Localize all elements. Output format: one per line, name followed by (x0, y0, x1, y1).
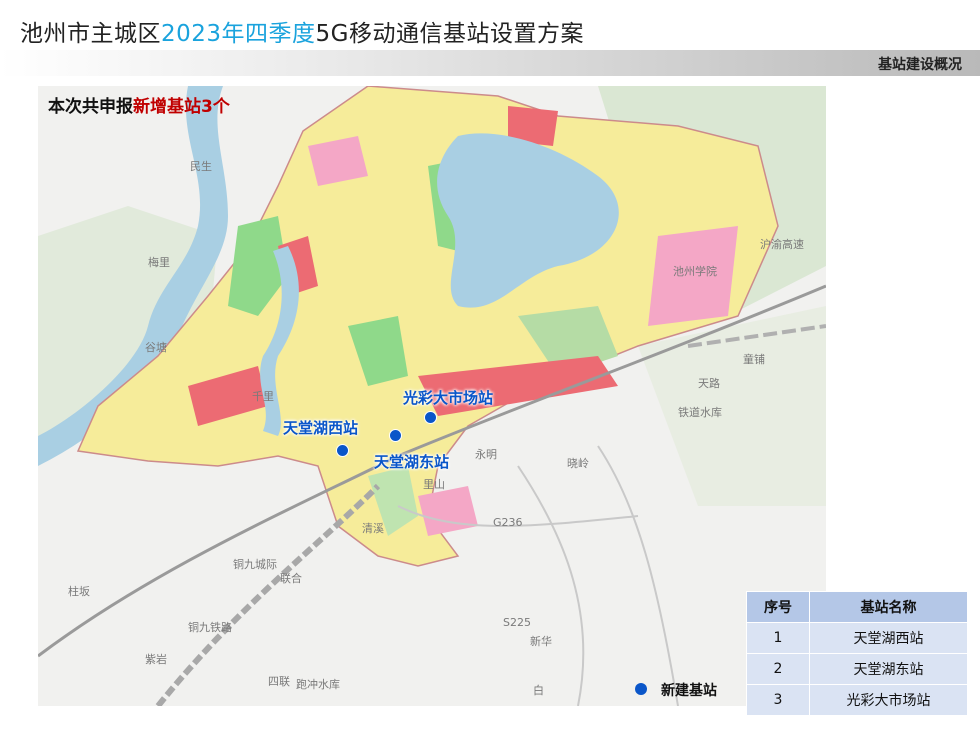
place-label: G236 (493, 516, 523, 529)
place-label: 紫岩 (145, 653, 167, 666)
table-header-row: 序号 基站名称 (746, 591, 968, 623)
place-label: 铁道水库 (678, 406, 722, 419)
table-cell: 3 (746, 684, 810, 716)
place-label: 永明 (475, 448, 497, 461)
place-label: 铜九铁路 (188, 621, 232, 634)
table-cell: 天堂湖西站 (809, 622, 968, 654)
table-row: 2 天堂湖东站 (746, 653, 968, 685)
place-label: 千里 (252, 390, 274, 403)
place-label: 柱坂 (68, 585, 90, 598)
station-label-tiantanghu-west: 天堂湖西站 (283, 419, 359, 437)
section-title: 基站建设概况 (878, 57, 962, 73)
place-label: 清溪 (362, 522, 384, 535)
station-label-guangcai: 光彩大市场站 (403, 389, 494, 407)
place-label: 跑冲水库 (296, 678, 340, 691)
place-label: 谷塘 (145, 341, 167, 354)
place-label: 童铺 (743, 353, 765, 366)
page-title: 池州市主城区2023年四季度5G移动通信基站设置方案 (20, 21, 585, 47)
table-cell: 2 (746, 653, 810, 685)
table-cell: 天堂湖东站 (809, 653, 968, 685)
station-table: 序号 基站名称 1 天堂湖西站 2 天堂湖东站 3 光彩大市场站 (746, 591, 968, 716)
place-label: 民生 (190, 160, 212, 173)
place-label: 新华 (530, 635, 552, 648)
station-marker-tiantanghu-west[interactable] (336, 444, 349, 457)
summary-text: 本次共申报新增基站3个 (48, 97, 230, 117)
place-label: 铜九城际 (233, 558, 277, 571)
place-label: S225 (503, 616, 531, 629)
place-label: 池州学院 (673, 265, 717, 278)
table-header: 基站名称 (809, 591, 968, 623)
place-label: 里山 (423, 478, 445, 491)
section-bar: 基站建设概况 (0, 50, 980, 76)
table-cell: 1 (746, 622, 810, 654)
place-label: 沪渝高速 (760, 238, 804, 251)
table-row: 1 天堂湖西站 (746, 622, 968, 654)
station-marker-tiantanghu-east[interactable] (389, 429, 402, 442)
place-label: 联合 (280, 572, 302, 585)
table-row: 3 光彩大市场站 (746, 684, 968, 716)
place-label: 四联 (268, 675, 290, 688)
legend-label: 新建基站 (661, 683, 717, 699)
station-label-tiantanghu-east: 天堂湖东站 (374, 453, 450, 471)
place-label: 梅里 (148, 256, 170, 269)
place-label: 晓岭 (567, 457, 589, 470)
place-label: 白 (533, 684, 544, 697)
station-marker-guangcai[interactable] (424, 411, 437, 424)
legend-station-icon (635, 683, 647, 695)
table-cell: 光彩大市场站 (809, 684, 968, 716)
table-header: 序号 (746, 591, 810, 623)
place-label: 天路 (698, 377, 720, 390)
